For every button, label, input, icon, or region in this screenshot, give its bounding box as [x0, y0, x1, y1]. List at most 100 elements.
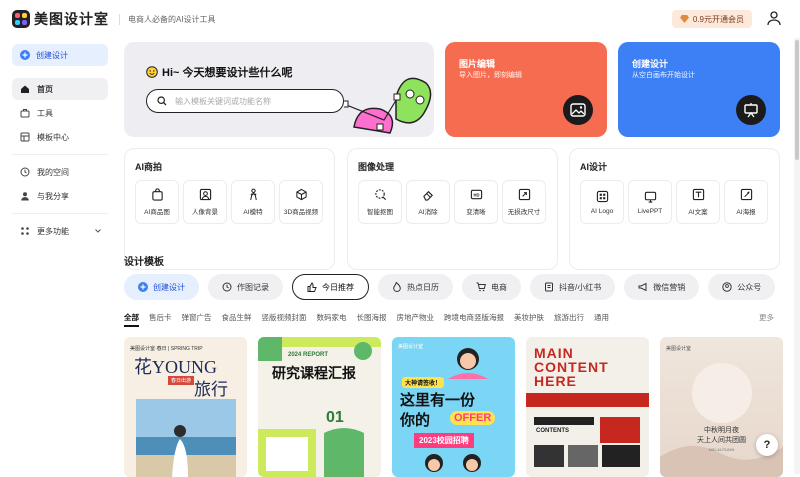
app-logo[interactable]: 美图设计室	[12, 9, 109, 29]
image-icon	[563, 95, 593, 125]
sidebar-item-more[interactable]: 更多功能	[12, 220, 108, 242]
sidebar-item-home[interactable]: 首页	[12, 78, 108, 100]
help-button[interactable]: ?	[756, 434, 778, 456]
pill-label: 创建设计	[153, 282, 185, 292]
image-edit-card[interactable]: 图片编辑 导入图片，即刻编辑	[445, 42, 607, 137]
category-tab[interactable]: 美妆护肤	[514, 312, 544, 327]
category-tab[interactable]: 长图海报	[357, 312, 387, 327]
slogan: 电商人必备的AI设计工具	[119, 13, 216, 25]
eraser-icon	[422, 190, 433, 201]
pill-today-picks[interactable]: 今日推荐	[292, 274, 369, 300]
toolbox-icon	[20, 109, 30, 118]
thumb-character	[448, 348, 488, 379]
sidebar-divider	[12, 154, 108, 155]
logo-icon	[12, 10, 30, 28]
more-categories-link[interactable]: 更多	[759, 312, 774, 323]
resize-icon	[518, 188, 530, 201]
thumb-decoration	[258, 337, 381, 477]
section-title: 图像处理	[358, 162, 395, 172]
svg-text:HD: HD	[473, 193, 479, 198]
sidebar-item-label: 我的空间	[37, 167, 69, 177]
vip-label: 0.9元开通会员	[692, 14, 744, 24]
hd-icon: HD	[470, 189, 482, 200]
category-tab[interactable]: 房地产物业	[397, 312, 435, 327]
sidebar-item-my-space[interactable]: 我的空间	[12, 161, 108, 183]
tool-ai-logo[interactable]: AI Logo	[580, 180, 624, 224]
pill-wechat-marketing[interactable]: 微信营销	[624, 274, 700, 300]
pill-label: 今日推荐	[322, 282, 354, 292]
sidebar-item-templates[interactable]: 模板中心	[12, 126, 108, 148]
category-tab[interactable]: 通用	[594, 312, 609, 327]
section-title: AI商拍	[135, 162, 163, 172]
tool-smart-cutout[interactable]: 智能抠图	[358, 180, 402, 224]
pill-history[interactable]: 作图记录	[208, 274, 283, 300]
category-tab[interactable]: 竖版视频封面	[262, 312, 307, 327]
category-tab[interactable]: 全部	[124, 312, 139, 327]
tool-liveppt[interactable]: LivePPT	[628, 180, 672, 224]
sidebar-item-label: 工具	[37, 108, 53, 118]
user-icon[interactable]	[766, 10, 782, 26]
thumb-brand: 美图设计室	[398, 344, 424, 350]
tool-label: AI模特	[243, 209, 263, 216]
tool-lossless-resize[interactable]: 无损改尺寸	[502, 180, 546, 224]
sidebar-item-shared[interactable]: 与我分享	[12, 185, 108, 207]
search-icon	[157, 96, 167, 106]
tool-portrait-background[interactable]: 人像背景	[183, 180, 227, 224]
logo-icon	[596, 190, 608, 202]
tool-3d-product-video[interactable]: 3D商品视频	[279, 180, 323, 224]
category-tab[interactable]: 数码家电	[317, 312, 347, 327]
category-tab[interactable]: 售后卡	[149, 312, 172, 327]
poster-icon	[740, 188, 752, 201]
template-card-mid-autumn[interactable]: 美图设计室 中秋明月夜 天上人间共团圆 MID-AUTUMN	[660, 337, 783, 477]
cutout-icon	[374, 189, 386, 201]
tool-label: 智能抠图	[367, 209, 393, 216]
image-edit-title: 图片编辑	[459, 59, 496, 69]
sidebar-item-tools[interactable]: 工具	[12, 102, 108, 124]
template-card-recruitment[interactable]: 美图设计室 大神请签收！ 这里有一份 你的 OFFER 2023校园招聘	[392, 337, 515, 477]
templates-title: 设计模板	[124, 257, 164, 268]
pill-hot-calendar[interactable]: 热点日历	[378, 274, 453, 300]
category-tab[interactable]: 食品生鲜	[222, 312, 252, 327]
template-card-main-content[interactable]: MAIN CONTENT HERE CONTENTS	[526, 337, 649, 477]
thumb-offer: OFFER	[450, 411, 496, 425]
section-ai-product-shoot: AI商拍 AI商品图 人像背景 AI模特 3D商品视频	[124, 148, 335, 270]
category-tab[interactable]: 跨境电商竖版海报	[444, 312, 504, 327]
sidebar-item-label: 模板中心	[37, 132, 69, 142]
account-icon	[722, 282, 732, 292]
sidebar-item-label: 与我分享	[37, 191, 69, 201]
create-design-card[interactable]: 创建设计 从空白画布开始设计	[618, 42, 780, 137]
plus-circle-icon	[138, 282, 148, 292]
smile-icon	[146, 66, 158, 78]
pill-ecommerce[interactable]: 电商	[462, 274, 521, 300]
tool-enhance-clarity[interactable]: HD 变清晰	[454, 180, 498, 224]
tool-ai-copywriting[interactable]: AI文案	[676, 180, 720, 224]
chevron-down-icon	[95, 229, 101, 233]
person-icon	[21, 192, 29, 201]
hero-banner: Hi~ 今天想要设计些什么呢 输入模板关键词或功能名称	[124, 42, 434, 137]
tool-ai-poster[interactable]: AI海报	[724, 180, 768, 224]
tool-ai-model[interactable]: AI模特	[231, 180, 275, 224]
home-icon	[21, 85, 29, 93]
category-tab[interactable]: 旅游出行	[554, 312, 584, 327]
tool-ai-erase[interactable]: AI消除	[406, 180, 450, 224]
hero-illustration	[344, 77, 432, 134]
pill-douyin-xiaohongshu[interactable]: 抖音/小红书	[530, 274, 616, 300]
tool-label: AI海报	[736, 209, 756, 216]
category-tab[interactable]: 弹窗广告	[182, 312, 212, 327]
thumb-sub: CONTENTS	[536, 428, 569, 434]
tool-ai-product-image[interactable]: AI商品图	[135, 180, 179, 224]
thumb-photo	[136, 399, 236, 477]
pill-create-design[interactable]: 创建设计	[124, 274, 199, 300]
template-pill-bar: 创建设计 作图记录 今日推荐 热点日历 电商 抖音/小红书 微信营销 公众号	[124, 274, 800, 300]
sidebar-create-label: 创建设计	[36, 50, 68, 60]
search-input[interactable]: 输入模板关键词或功能名称	[146, 89, 344, 113]
pill-official-account[interactable]: 公众号	[708, 274, 776, 300]
sidebar-create-button[interactable]: 创建设计	[12, 44, 108, 66]
thumb-banner: 2023校园招聘	[414, 433, 474, 448]
pill-label: 作图记录	[237, 282, 269, 292]
template-card-travel[interactable]: 美图设计室·春日 | SPRING TRIP 花YOUNG 春日出游 旅行	[124, 337, 247, 477]
template-card-report[interactable]: 2024 REPORT 研究课程汇报 01	[258, 337, 381, 477]
scrollbar-thumb[interactable]	[795, 40, 799, 160]
vip-button[interactable]: 0.9元开通会员	[671, 10, 752, 28]
thumb-headline-2: 你的	[400, 412, 431, 429]
